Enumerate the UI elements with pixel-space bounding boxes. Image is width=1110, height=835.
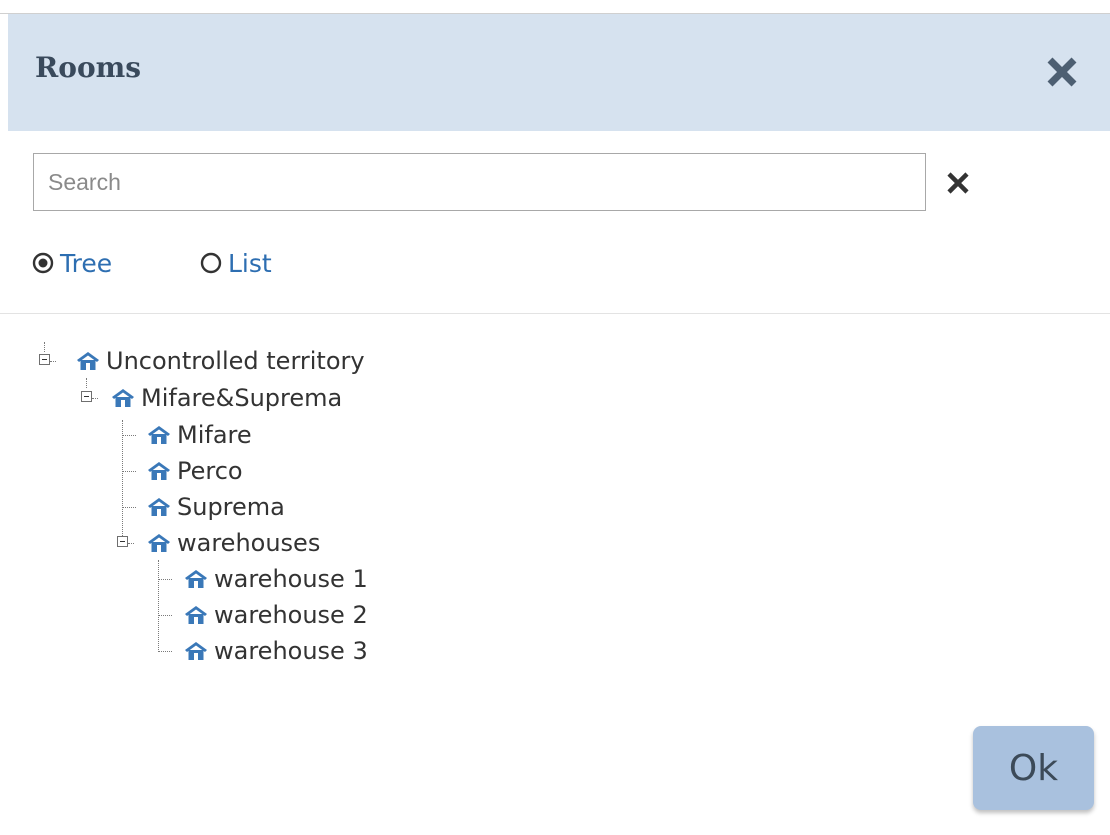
tree-connector bbox=[158, 579, 172, 580]
tree-node-perco[interactable]: Perco bbox=[147, 456, 243, 486]
tree-node-label: warehouse 1 bbox=[214, 565, 368, 593]
tree-connector bbox=[158, 560, 159, 652]
tree-node-warehouse-3[interactable]: warehouse 3 bbox=[184, 636, 368, 666]
tree-connector bbox=[128, 543, 134, 544]
view-mode-tree-label: Tree bbox=[60, 248, 113, 278]
tree-node-label: warehouses bbox=[177, 529, 321, 557]
ok-button[interactable]: Ok bbox=[973, 726, 1094, 810]
collapse-toggle-warehouses[interactable] bbox=[117, 536, 128, 547]
tree-connector bbox=[86, 378, 87, 388]
radio-unselected-icon bbox=[200, 252, 222, 274]
tree-node-label: Perco bbox=[177, 457, 243, 485]
tree-node-label: Mifare&Suprema bbox=[141, 384, 343, 412]
room-icon bbox=[148, 534, 170, 552]
tree-connector bbox=[158, 651, 172, 652]
room-icon bbox=[148, 462, 170, 480]
view-mode-list-radio[interactable]: List bbox=[200, 248, 272, 278]
tree-connector bbox=[122, 420, 123, 538]
dialog-title: Rooms bbox=[35, 51, 142, 84]
room-icon bbox=[148, 426, 170, 444]
tree-node-label: Uncontrolled territory bbox=[106, 347, 365, 375]
room-icon bbox=[112, 389, 134, 407]
room-icon bbox=[185, 642, 207, 660]
radio-selected-icon bbox=[32, 252, 54, 274]
tree-node-warehouses[interactable]: warehouses bbox=[147, 528, 320, 558]
room-icon bbox=[148, 498, 170, 516]
tree-node-uncontrolled-territory[interactable]: Uncontrolled territory bbox=[76, 346, 365, 376]
tree-connector bbox=[50, 361, 56, 362]
tree-connector bbox=[92, 398, 98, 399]
room-icon bbox=[77, 352, 99, 370]
collapse-toggle-mifare-suprema[interactable] bbox=[81, 391, 92, 402]
tree-node-warehouse-2[interactable]: warehouse 2 bbox=[184, 600, 368, 630]
tree-connector bbox=[122, 435, 136, 436]
dialog-header: Rooms bbox=[8, 14, 1110, 131]
tree-connector bbox=[158, 615, 172, 616]
tree-connector bbox=[122, 471, 136, 472]
tree-node-label: warehouse 3 bbox=[214, 637, 368, 665]
search-input[interactable] bbox=[33, 153, 926, 211]
view-mode-list-label: List bbox=[228, 248, 272, 278]
close-icon[interactable] bbox=[1044, 54, 1080, 90]
tree-node-label: Suprema bbox=[177, 493, 285, 521]
tree-node-label: Mifare bbox=[177, 421, 252, 449]
tree-node-mifare[interactable]: Mifare bbox=[147, 420, 252, 450]
tree-node-warehouse-1[interactable]: warehouse 1 bbox=[184, 564, 368, 594]
view-mode-tree-radio[interactable]: Tree bbox=[32, 248, 112, 278]
room-icon bbox=[185, 570, 207, 588]
collapse-toggle-root[interactable] bbox=[39, 354, 50, 365]
clear-search-icon[interactable] bbox=[946, 171, 970, 195]
divider bbox=[0, 313, 1110, 314]
tree-node-suprema[interactable]: Suprema bbox=[147, 492, 285, 522]
tree-node-mifare-suprema[interactable]: Mifare&Suprema bbox=[111, 383, 342, 413]
tree-node-label: warehouse 2 bbox=[214, 601, 368, 629]
tree-connector bbox=[44, 342, 45, 352]
room-icon bbox=[185, 606, 207, 624]
tree-connector bbox=[122, 507, 136, 508]
